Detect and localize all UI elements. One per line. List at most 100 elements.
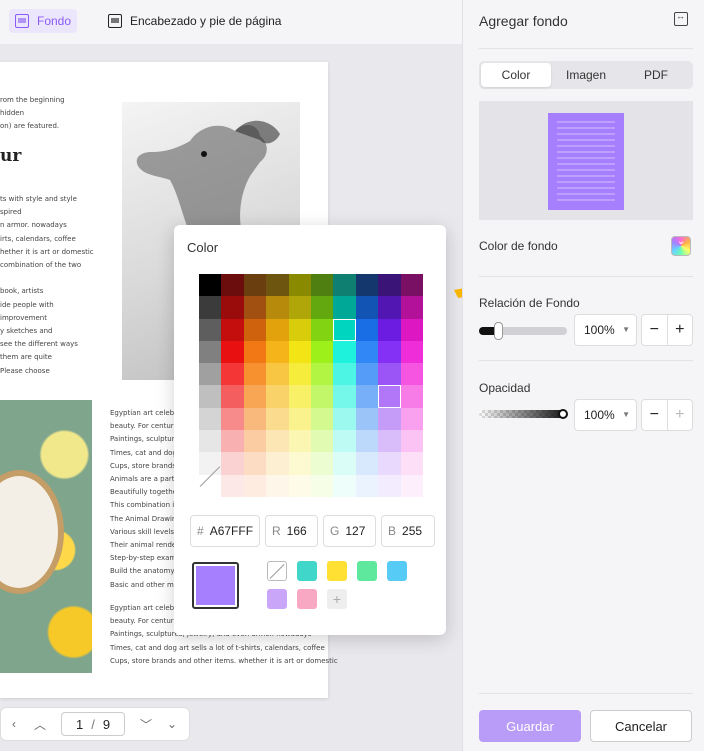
palette-swatch[interactable]	[288, 340, 311, 364]
opacity-increase-button[interactable]: +	[666, 400, 693, 430]
palette-swatch[interactable]	[378, 363, 401, 386]
palette-swatch[interactable]	[266, 474, 289, 497]
palette-swatch[interactable]	[378, 474, 401, 497]
palette-swatch[interactable]	[288, 363, 311, 386]
palette-swatch[interactable]	[221, 296, 244, 319]
palette-swatch[interactable]	[288, 407, 311, 431]
cancel-button[interactable]: Cancelar	[590, 710, 692, 742]
palette-swatch[interactable]	[266, 296, 289, 319]
palette-swatch[interactable]	[266, 452, 289, 475]
blue-field[interactable]: B 255	[381, 515, 435, 547]
recent-color-swatch[interactable]	[387, 561, 407, 581]
palette-swatch[interactable]	[199, 318, 222, 341]
palette-swatch[interactable]	[288, 430, 311, 453]
palette-swatch[interactable]	[310, 274, 334, 297]
no-color-cell[interactable]	[199, 474, 222, 497]
palette-swatch[interactable]	[199, 385, 222, 408]
palette-swatch[interactable]	[243, 430, 267, 453]
background-tool-button[interactable]: Fondo	[9, 9, 78, 33]
palette-swatch[interactable]	[310, 318, 334, 341]
palette-swatch[interactable]	[333, 385, 356, 408]
palette-swatch[interactable]	[199, 340, 222, 364]
palette-swatch[interactable]	[355, 452, 379, 475]
palette-swatch[interactable]	[221, 274, 244, 297]
color-picker-button[interactable]	[671, 236, 691, 256]
palette-swatch[interactable]	[378, 430, 401, 453]
save-button[interactable]: Guardar	[479, 710, 581, 742]
palette-swatch[interactable]	[378, 274, 401, 297]
tab-pdf[interactable]: PDF	[621, 63, 691, 87]
palette-swatch[interactable]	[333, 296, 356, 319]
recent-color-swatch[interactable]	[297, 589, 317, 609]
recent-color-swatch[interactable]	[357, 561, 377, 581]
palette-swatch[interactable]	[333, 407, 356, 431]
palette-swatch[interactable]	[310, 407, 334, 431]
palette-swatch[interactable]	[310, 385, 334, 408]
header-footer-tool-button[interactable]: Encabezado y pie de página	[102, 9, 287, 33]
palette-swatch[interactable]	[400, 318, 423, 341]
red-field[interactable]: R 166	[265, 515, 318, 547]
palette-swatch[interactable]	[288, 296, 311, 319]
palette-swatch[interactable]	[221, 385, 244, 408]
palette-swatch[interactable]	[378, 340, 401, 364]
recent-color-swatch[interactable]	[327, 561, 347, 581]
palette-swatch[interactable]	[333, 474, 356, 497]
palette-swatch[interactable]	[378, 318, 401, 341]
palette-swatch[interactable]	[310, 296, 334, 319]
palette-swatch[interactable]	[333, 430, 356, 453]
palette-swatch[interactable]	[333, 340, 356, 364]
palette-swatch[interactable]	[288, 452, 311, 475]
palette-swatch[interactable]	[221, 474, 244, 497]
collapse-panel-icon[interactable]	[674, 11, 688, 26]
palette-swatch[interactable]	[400, 296, 423, 319]
palette-swatch[interactable]	[266, 274, 289, 297]
palette-swatch[interactable]	[333, 318, 356, 341]
palette-swatch[interactable]	[288, 474, 311, 497]
palette-swatch[interactable]	[355, 340, 379, 364]
palette-swatch[interactable]	[199, 296, 222, 319]
opacity-select[interactable]: 100% ▼	[574, 399, 637, 431]
palette-swatch[interactable]	[288, 385, 311, 408]
ratio-decrease-button[interactable]: −	[642, 315, 667, 345]
palette-swatch[interactable]	[355, 430, 379, 453]
last-page-button[interactable]: ⌄	[159, 717, 185, 731]
palette-swatch[interactable]	[355, 296, 379, 319]
palette-swatch[interactable]	[199, 363, 222, 386]
palette-swatch[interactable]	[266, 430, 289, 453]
palette-swatch[interactable]	[400, 430, 423, 453]
palette-swatch[interactable]	[221, 430, 244, 453]
palette-swatch[interactable]	[199, 430, 222, 453]
palette-swatch[interactable]	[400, 452, 423, 475]
palette-swatch[interactable]	[243, 452, 267, 475]
palette-swatch[interactable]	[400, 385, 423, 408]
palette-swatch[interactable]	[199, 274, 222, 297]
palette-swatch[interactable]	[310, 340, 334, 364]
palette-swatch[interactable]	[266, 407, 289, 431]
tab-image[interactable]: Imagen	[551, 63, 621, 87]
hex-field[interactable]: # A67FFF	[190, 515, 260, 547]
ratio-slider[interactable]	[479, 322, 567, 340]
recent-color-swatch[interactable]	[297, 561, 317, 581]
palette-swatch[interactable]	[310, 363, 334, 386]
opacity-slider-thumb[interactable]	[558, 409, 568, 419]
green-field[interactable]: G 127	[323, 515, 376, 547]
palette-swatch[interactable]	[355, 385, 379, 408]
recent-color-swatch[interactable]	[267, 589, 287, 609]
palette-swatch[interactable]	[355, 318, 379, 341]
prev-page-button[interactable]: ︿	[27, 716, 53, 733]
palette-swatch[interactable]	[199, 452, 222, 475]
palette-swatch[interactable]	[378, 385, 401, 408]
palette-swatch[interactable]	[355, 363, 379, 386]
first-page-button[interactable]: ‹	[1, 717, 27, 731]
opacity-decrease-button[interactable]: −	[642, 400, 667, 430]
palette-swatch[interactable]	[378, 407, 401, 431]
palette-swatch[interactable]	[266, 340, 289, 364]
next-page-button[interactable]: ﹀	[133, 716, 159, 733]
palette-swatch[interactable]	[355, 474, 379, 497]
palette-swatch[interactable]	[400, 274, 423, 297]
palette-swatch[interactable]	[243, 407, 267, 431]
palette-swatch[interactable]	[310, 452, 334, 475]
palette-swatch[interactable]	[400, 407, 423, 431]
palette-swatch[interactable]	[400, 474, 423, 497]
palette-swatch[interactable]	[400, 363, 423, 386]
